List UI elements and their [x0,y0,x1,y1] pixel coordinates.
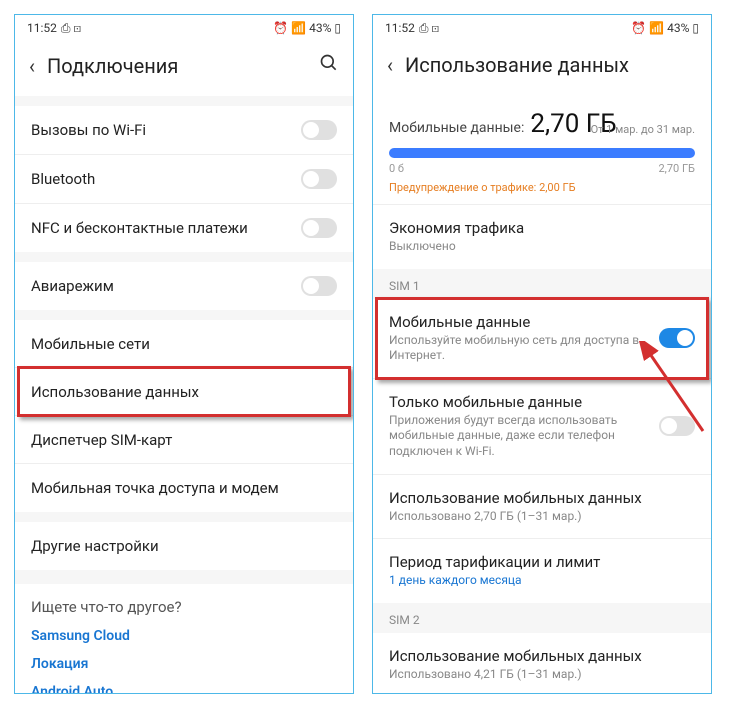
row-sim-manager[interactable]: Диспетчер SIM-карт [15,416,353,464]
row-label: Мобильные сети [31,335,337,353]
status-battery: 43% [309,21,331,35]
footer-link-samsung-cloud[interactable]: Samsung Cloud [31,628,337,644]
footer-link-location[interactable]: Локация [31,656,337,672]
section-sim2: SIM 2 [373,603,711,633]
row-airplane[interactable]: Авиарежим [15,262,353,310]
row-sub: Приложения будут всегда использовать моб… [389,413,659,460]
row-sub: Используйте мобильную сеть для доступа в… [389,333,659,364]
status-notif-icon: ⎙ ⊡ [61,21,81,36]
row-hotspot[interactable]: Мобильная точка доступа и модем [15,464,353,512]
back-icon[interactable]: ‹ [29,54,35,78]
usage-summary: Мобильные данные: 2,70 ГБ От 1 мар. до 3… [373,95,711,204]
row-label: Только мобильные данные [389,393,659,411]
phone-right: 11:52 ⎙ ⊡ ⏰ 📶 43% ▯ ‹ Использование данн… [372,14,712,694]
row-data-saver[interactable]: Экономия трафика Выключено [373,205,711,269]
row-sub: Использовано 4,21 ГБ (1–31 мар.) [389,667,695,683]
row-label: Диспетчер SIM-карт [31,431,337,449]
row-mobile-data-usage-sim2[interactable]: Использование мобильных данных Использов… [373,633,711,694]
status-battery: 43% [667,21,689,35]
row-label: Авиарежим [31,277,301,295]
back-icon[interactable]: ‹ [387,53,393,77]
page-title: Подключения [47,54,307,78]
row-sub: Использовано 2,70 ГБ (1–31 мар.) [389,509,695,525]
status-alarm-icon: ⏰ [631,21,646,35]
footer-question: Ищете что-то другое? [31,598,337,616]
row-data-usage[interactable]: Использование данных [15,368,353,416]
usage-min: 0 б [389,162,404,175]
phone-left: 11:52 ⎙ ⊡ ⏰ 📶 43% ▯ ‹ Подключения Вызовы… [14,14,354,694]
toggle-only-mobile[interactable] [659,416,695,436]
row-label: NFC и бесконтактные платежи [31,219,301,237]
row-other-settings[interactable]: Другие настройки [15,522,353,570]
row-label: Мобильные данные [389,313,659,331]
toggle-nfc[interactable] [301,218,337,238]
row-label: Использование мобильных данных [389,489,695,507]
usage-warning: Предупреждение о трафике: 2,00 ГБ [389,181,695,194]
row-label: Использование данных [31,383,337,401]
status-signal-icon: 📶 [649,21,664,35]
usage-max: 2,70 ГБ [659,162,696,175]
row-label: Мобильная точка доступа и модем [31,479,337,497]
toggle-mobile-data[interactable] [659,328,695,348]
row-wifi-calling[interactable]: Вызовы по Wi-Fi [15,106,353,155]
footer-link-android-auto[interactable]: Android Auto [31,684,337,694]
usage-bar [389,148,695,158]
row-nfc[interactable]: NFC и бесконтактные платежи [15,204,353,252]
status-notif-icon: ⎙ ⊡ [419,21,439,36]
row-sub: Выключено [389,239,695,255]
row-label: Использование мобильных данных [389,647,695,665]
toggle-airplane[interactable] [301,276,337,296]
row-only-mobile-data[interactable]: Только мобильные данные Приложения будут… [373,379,711,475]
usage-label: Мобильные данные: [389,120,524,136]
row-label: Другие настройки [31,537,337,555]
row-mobile-data[interactable]: Мобильные данные Используйте мобильную с… [373,299,711,379]
row-label: Вызовы по Wi-Fi [31,121,301,139]
section-sim1: SIM 1 [373,269,711,299]
toggle-wifi-calling[interactable] [301,120,337,140]
header: ‹ Подключения [15,41,353,96]
row-billing-cycle[interactable]: Период тарификации и лимит 1 день каждог… [373,539,711,603]
row-bluetooth[interactable]: Bluetooth [15,155,353,204]
status-alarm-icon: ⏰ [273,21,288,35]
status-time: 11:52 [27,21,57,35]
header: ‹ Использование данных [373,41,711,95]
search-icon[interactable] [319,53,339,78]
battery-icon: ▯ [334,21,341,35]
status-bar: 11:52 ⎙ ⊡ ⏰ 📶 43% ▯ [15,15,353,41]
row-label: Экономия трафика [389,219,695,237]
status-signal-icon: 📶 [291,21,306,35]
row-sub: 1 день каждого месяца [389,573,695,589]
battery-icon: ▯ [692,21,699,35]
page-title: Использование данных [405,53,697,77]
row-label: Bluetooth [31,170,301,188]
row-mobile-data-usage[interactable]: Использование мобильных данных Использов… [373,475,711,540]
toggle-bluetooth[interactable] [301,169,337,189]
status-bar: 11:52 ⎙ ⊡ ⏰ 📶 43% ▯ [373,15,711,41]
footer: Ищете что-то другое? Samsung Cloud Локац… [15,584,353,694]
row-mobile-networks[interactable]: Мобильные сети [15,320,353,368]
status-time: 11:52 [385,21,415,35]
row-label: Период тарификации и лимит [389,553,695,571]
